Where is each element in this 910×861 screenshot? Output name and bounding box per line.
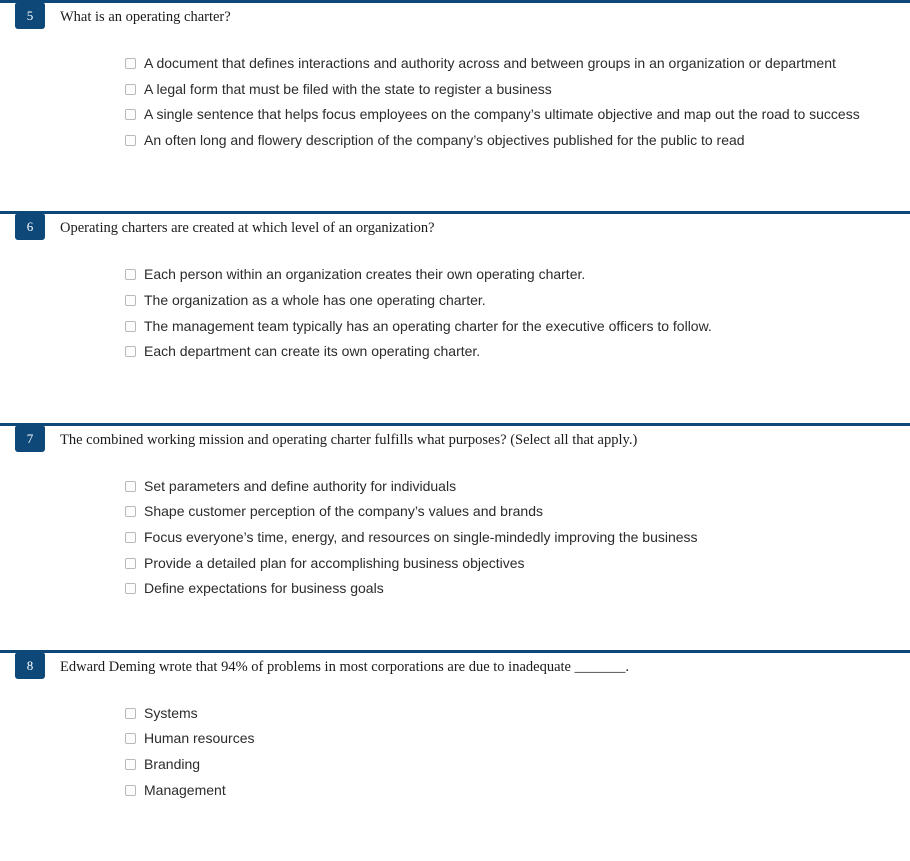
answer-options-list: Set parameters and define authority for …: [0, 452, 910, 602]
question-prompt: What is an operating charter?: [60, 9, 231, 25]
question-header: 5 What is an operating charter?: [0, 0, 910, 29]
answer-option[interactable]: Define expectations for business goals: [125, 576, 910, 602]
answer-option[interactable]: Each person within an organization creat…: [125, 262, 910, 288]
answer-option-label: Systems: [144, 704, 198, 721]
answer-options-list: A document that defines interactions and…: [0, 29, 910, 153]
answer-option-label: Management: [144, 781, 226, 798]
answer-checkbox[interactable]: [125, 784, 136, 796]
answer-checkbox[interactable]: [125, 531, 136, 543]
answer-options-list: Systems Human resources Branding Management: [0, 679, 910, 803]
answer-checkbox[interactable]: [125, 557, 136, 569]
question-block: 7 The combined working mission and operat…: [0, 422, 910, 650]
question-number-badge: 8: [15, 652, 45, 679]
answer-checkbox[interactable]: [125, 758, 136, 770]
answer-checkbox[interactable]: [125, 294, 136, 306]
question-block: 5 What is an operating charter? A document…: [0, 0, 910, 211]
answer-option-label: The organization as a whole has one oper…: [144, 291, 486, 308]
answer-option-label: An often long and flowery description of…: [144, 131, 745, 148]
answer-checkbox[interactable]: [125, 320, 136, 332]
answer-option[interactable]: Shape customer perception of the company…: [125, 499, 910, 525]
answer-checkbox[interactable]: [125, 346, 136, 358]
answer-option-label: Each department can create its own opera…: [144, 343, 481, 360]
answer-option[interactable]: Branding: [125, 752, 910, 778]
question-block: 8 Edward Deming wrote that 94% of problem…: [0, 649, 910, 861]
answer-checkbox[interactable]: [125, 583, 136, 595]
answer-checkbox[interactable]: [125, 134, 136, 146]
question-prompt: Operating charters are created at which …: [60, 220, 435, 237]
answer-option[interactable]: Each department can create its own opera…: [125, 339, 910, 365]
answer-options-list: Each person within an organization creat…: [0, 240, 910, 364]
answer-option-label: Each person within an organization creat…: [144, 266, 586, 283]
question-block: 6 Operating charters are created at which…: [0, 211, 910, 422]
answer-option[interactable]: Management: [125, 778, 910, 804]
answer-option[interactable]: A legal form that must be filed with the…: [125, 77, 910, 103]
answer-option-label: Shape customer perception of the company…: [144, 503, 543, 520]
answer-option-label: Provide a detailed plan for accomplishin…: [144, 554, 525, 571]
answer-option-label: A document that defines interactions and…: [144, 55, 836, 71]
question-number-badge: 6: [15, 214, 45, 241]
question-number-badge: 7: [15, 425, 45, 452]
answer-option[interactable]: Human resources: [125, 726, 910, 752]
answer-option-label: Set parameters and define authority for …: [144, 477, 457, 494]
answer-option[interactable]: An often long and flowery description of…: [125, 128, 910, 154]
question-prompt: Edward Deming wrote that 94% of problems…: [60, 658, 629, 675]
answer-checkbox[interactable]: [125, 707, 136, 719]
question-header: 7 The combined working mission and operat…: [0, 423, 910, 452]
answer-checkbox[interactable]: [125, 269, 136, 281]
answer-option[interactable]: A document that defines interactions and…: [125, 51, 910, 77]
answer-option[interactable]: The management team typically has an ope…: [125, 314, 910, 340]
question-prompt: The combined working mission and operati…: [60, 431, 638, 448]
question-header: 8 Edward Deming wrote that 94% of problem…: [0, 650, 910, 679]
answer-option[interactable]: Provide a detailed plan for accomplishin…: [125, 551, 910, 577]
answer-checkbox[interactable]: [125, 83, 136, 95]
answer-option-label: Focus everyone’s time, energy, and resou…: [144, 528, 698, 545]
answer-checkbox[interactable]: [125, 109, 136, 121]
answer-option-label: Branding: [144, 755, 201, 772]
answer-option[interactable]: Systems: [125, 701, 910, 727]
answer-option-label: Define expectations for business goals: [144, 580, 384, 597]
answer-checkbox[interactable]: [125, 480, 136, 492]
quiz-container: 5 What is an operating charter? A document…: [0, 0, 910, 861]
answer-option[interactable]: A single sentence that helps focus emplo…: [125, 102, 910, 128]
answer-option-label: A legal form that must be filed with the…: [144, 80, 552, 97]
answer-option-label: A single sentence that helps focus emplo…: [144, 106, 860, 123]
answer-option-label: The management team typically has an ope…: [144, 317, 712, 334]
answer-option[interactable]: Focus everyone’s time, energy, and resou…: [125, 525, 910, 551]
answer-option[interactable]: Set parameters and define authority for …: [125, 474, 910, 500]
answer-option-label: Human resources: [144, 730, 255, 747]
question-number-badge: 5: [15, 3, 45, 29]
answer-checkbox[interactable]: [125, 58, 136, 69]
question-header: 6 Operating charters are created at which…: [0, 211, 910, 241]
answer-checkbox[interactable]: [125, 733, 136, 745]
answer-option[interactable]: The organization as a whole has one oper…: [125, 288, 910, 314]
answer-checkbox[interactable]: [125, 506, 136, 518]
